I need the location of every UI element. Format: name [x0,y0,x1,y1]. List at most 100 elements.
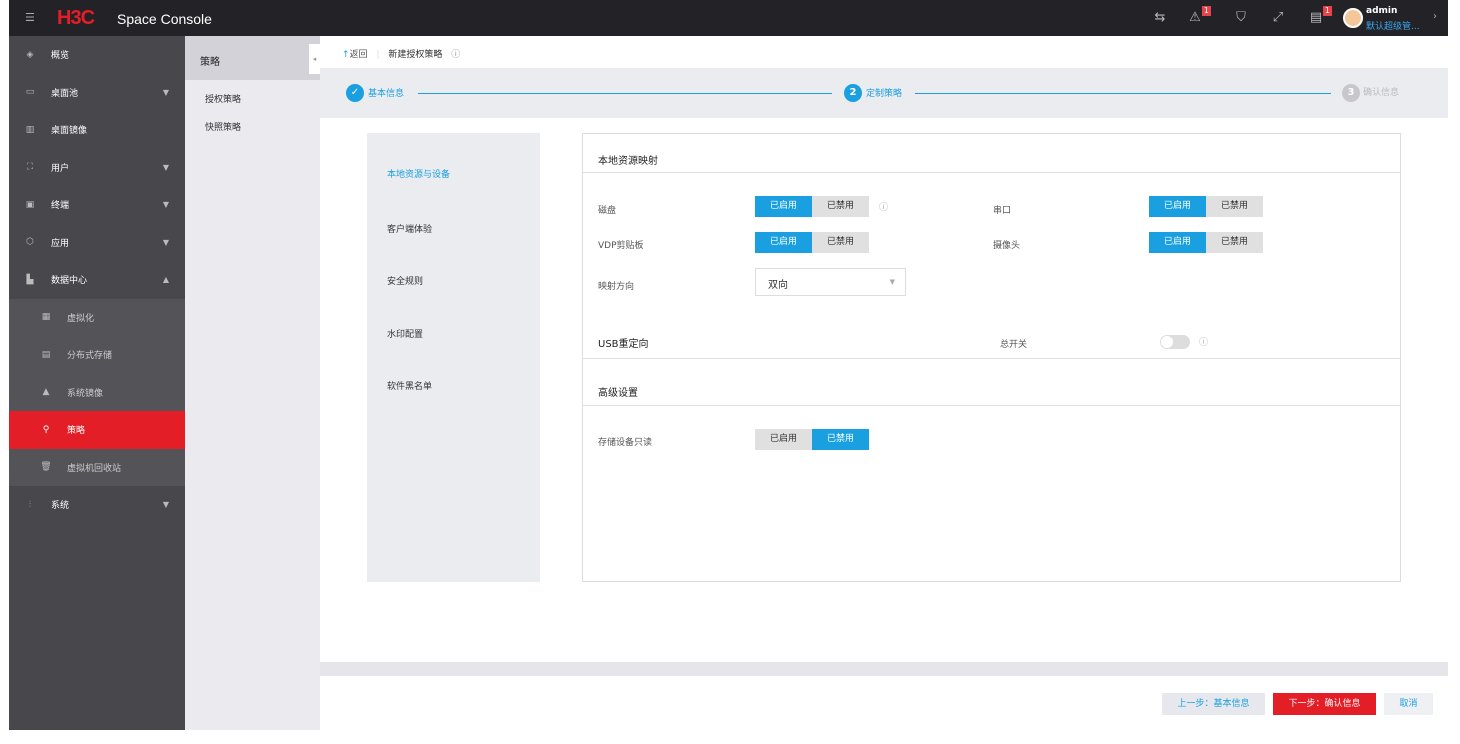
help-icon[interactable]: ⓘ [451,50,460,60]
task-icon[interactable]: ▤ 1 [1308,6,1332,26]
sidebar-item[interactable]: ⬡ 应用 ▼ [9,224,185,262]
direction-label: 映射方向 [598,282,635,292]
user-role[interactable]: 默认超级管... [1366,19,1420,32]
sidebar: ◈ 概览 ▭ 桌面池 ▼ ▥ 桌面镜像 ⛶ 用户 ▼ ▣ 终端 ▼ ⬡ 应用 ▼ ▙ 数据中心 ▲ ▦ 虚拟化 ▤ 分布式存… [9,36,185,730]
layers-icon: ◈ [26,49,34,60]
divider [320,662,1448,676]
sidebar-item[interactable]: ▣ 终端 ▼ [9,186,185,224]
terminal-icon: ▣ [25,199,35,210]
trash-icon: 🗑 [40,462,52,473]
sidebar-item[interactable]: ▤ 分布式存储 [9,336,185,374]
back-icon[interactable]: ↑ [342,50,350,60]
step-connector [418,93,832,94]
camera-disable[interactable]: 已禁用 [1206,232,1263,253]
chevron-icon: ▼ [162,162,169,172]
sidebar-item-label: 分布式存储 [67,351,113,362]
serial-disable[interactable]: 已禁用 [1206,196,1263,217]
sidebar-item[interactable]: ⛶ 用户 ▼ [9,149,185,187]
collapse-subnav-button[interactable]: ◂ [309,44,320,74]
prev-step-button[interactable]: 上一步：基本信息 [1162,693,1265,715]
next-step-button[interactable]: 下一步：确认信息 [1273,693,1376,715]
sidebar-item[interactable]: ▭ 桌面池 ▼ [9,74,185,112]
sidebar-item[interactable]: ⚲ 策略 [9,411,185,449]
sidebar-item-label: 系统 [51,501,70,512]
fullscreen-icon[interactable]: ⤢ [1270,10,1286,26]
tab-local-resources[interactable]: 本地资源与设备 [367,133,540,186]
sidebar-item-label: 系统镜像 [67,388,104,399]
cancel-button[interactable]: 取消 [1384,693,1433,715]
top-bar: ☰ H3C Space Console ⇆ ⚠ 1 ⛉ ⤢ ▤ 1 admin 默认… [9,0,1448,36]
sidebar-item[interactable]: ▲ 系统镜像 [9,373,185,411]
sidebar-item[interactable]: ◈ 概览 [9,36,185,74]
policy-icon: ⚲ [42,424,50,435]
product-name: Space Console [117,11,212,27]
disk-disable[interactable]: 已禁用 [812,196,869,217]
desktop-pool-icon: ▭ [25,87,35,98]
clipboard-enable[interactable]: 已启用 [755,232,812,253]
storage-readonly-label: 存储设备只读 [598,438,653,448]
username[interactable]: admin [1366,6,1397,16]
tab-software-blacklist[interactable]: 软件黑名单 [367,343,540,396]
back-link[interactable]: 返回 [350,50,368,60]
sidebar-item-label: 用户 [51,163,70,174]
policy-tabs: 本地资源与设备 客户端体验 安全规则 水印配置 软件黑名单 [367,133,540,582]
chevron-icon: ▲ [162,275,169,285]
clipboard-disable[interactable]: 已禁用 [812,232,869,253]
alarm-icon[interactable]: ⚠ 1 [1187,6,1211,26]
usb-master-switch[interactable] [1160,335,1190,349]
sidebar-item[interactable]: ▦ 虚拟化 [9,298,185,336]
direction-value: 双向 [768,280,788,291]
app-icon: ⬡ [26,237,34,248]
tab-security-rules[interactable]: 安全规则 [367,238,540,291]
section-local-mapping: 本地资源映射 [598,156,658,167]
shield-icon[interactable]: ⛉ [1233,10,1249,26]
sidebar-item[interactable]: ▥ 桌面镜像 [9,111,185,149]
camera-toggle: 已启用 已禁用 [1149,232,1263,253]
sidebar-item-label: 桌面镜像 [51,126,88,137]
switch-icon[interactable]: ⇆ [1152,10,1168,26]
clipboard-toggle: 已启用 已禁用 [755,232,869,253]
info-icon[interactable]: ⓘ [879,200,888,213]
sidebar-item[interactable]: 🗑 虚拟机回收站 [9,448,185,486]
storage-readonly-enable[interactable]: 已启用 [755,429,812,450]
serial-toggle: 已启用 已禁用 [1149,196,1263,217]
disk-enable[interactable]: 已启用 [755,196,812,217]
section-usb: USB重定向 [598,339,649,350]
subnav-item-snapshot-policy[interactable]: 快照策略 [185,108,320,136]
step-2-label: 定制策略 [866,89,903,99]
sub-navigation: 策略 授权策略 快照策略 [185,36,320,730]
sidebar-item-label: 数据中心 [51,276,88,287]
storage-readonly-toggle: 已启用 已禁用 [755,429,869,450]
tab-client-experience[interactable]: 客户端体验 [367,186,540,239]
step-3-label: 确认信息 [1363,88,1400,98]
sidebar-item[interactable]: ▙ 数据中心 ▲ [9,261,185,299]
sidebar-item-label: 概览 [51,51,70,62]
chevron-icon: ▼ [162,500,169,510]
sidebar-item[interactable]: ⫶ 系统 ▼ [9,486,185,524]
system-image-icon: ▲ [42,387,50,398]
section-advanced: 高级设置 [598,388,638,399]
user-icon: ⛶ [26,162,34,173]
camera-enable[interactable]: 已启用 [1149,232,1206,253]
storage-readonly-disable[interactable]: 已禁用 [812,429,869,450]
serial-enable[interactable]: 已启用 [1149,196,1206,217]
breadcrumb: ↑返回 | 新建授权策略 ⓘ [320,36,1448,68]
info-icon[interactable]: ⓘ [1199,335,1208,348]
camera-label: 摄像头 [993,241,1021,251]
chevron-right-icon[interactable]: › [1433,11,1437,22]
avatar[interactable] [1343,8,1363,28]
datacenter-icon: ▙ [26,274,34,285]
chevron-icon: ▼ [162,237,169,247]
alarm-badge: 1 [1201,6,1211,16]
virtualization-icon: ▦ [41,312,51,323]
subnav-item-auth-policy[interactable]: 授权策略 [185,80,320,108]
menu-toggle-icon[interactable]: ☰ [25,11,35,24]
direction-select[interactable]: 双向 ▼ [755,268,906,296]
serial-label: 串口 [993,206,1012,216]
tab-watermark[interactable]: 水印配置 [367,291,540,344]
master-switch-label: 总开关 [1000,340,1028,350]
policy-form: 本地资源映射 磁盘 已启用 已禁用 ⓘ 串口 已启用 已禁用 VDP剪贴板 已启用已… [582,133,1401,582]
step-2-number: 2 [844,84,862,102]
sidebar-item-label: 策略 [67,426,86,437]
footer-actions: 上一步：基本信息 下一步：确认信息 取消 [320,676,1448,730]
